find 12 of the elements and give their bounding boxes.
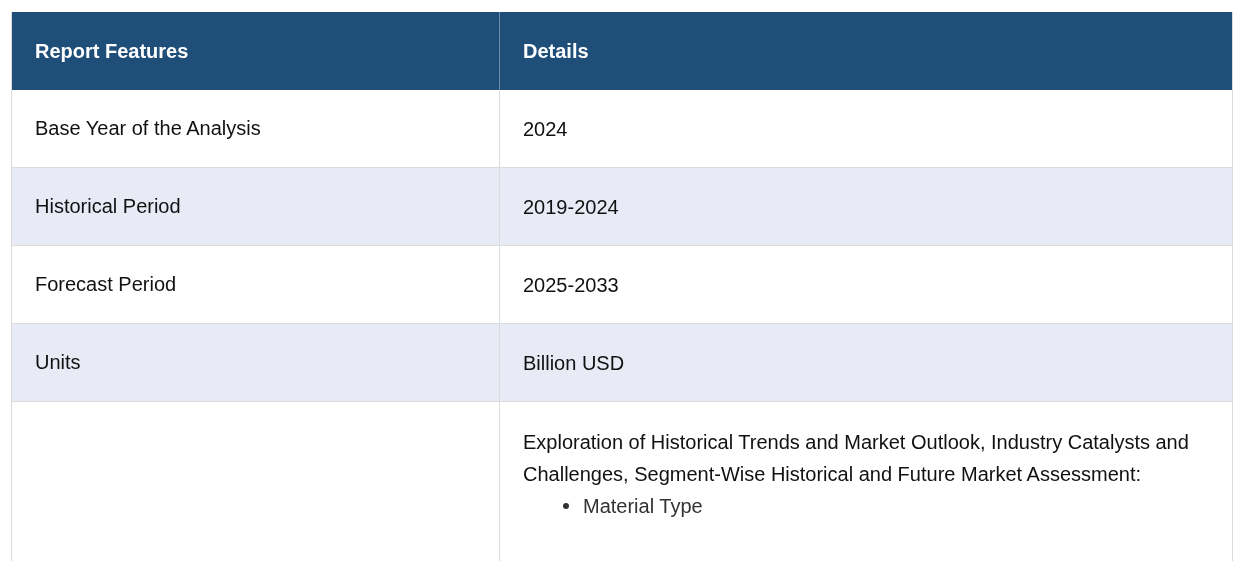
table-cell-text: Forecast Period [35,273,178,296]
table-cell-text: Units [35,351,82,374]
table-cell-text: 2019-2024 [523,194,620,220]
table-cell-text: 2025-2033 [523,272,620,298]
table-cell-text: Billion USD [523,350,626,376]
table-cell-text: 2024 [523,116,569,142]
column-header: Details [522,38,590,64]
table-cell-text: Exploration of Historical Trends and Market Outlook, Industry Catalysts and Challenges, Segment-Wise Historical and Future Market Assessment: [523,430,1190,487]
table-cell-text: Historical Period [35,195,182,218]
bullet-icon [563,503,569,509]
list-item: Material Type [583,494,703,518]
table-cell-text: Base Year of the Analysis [35,117,262,140]
